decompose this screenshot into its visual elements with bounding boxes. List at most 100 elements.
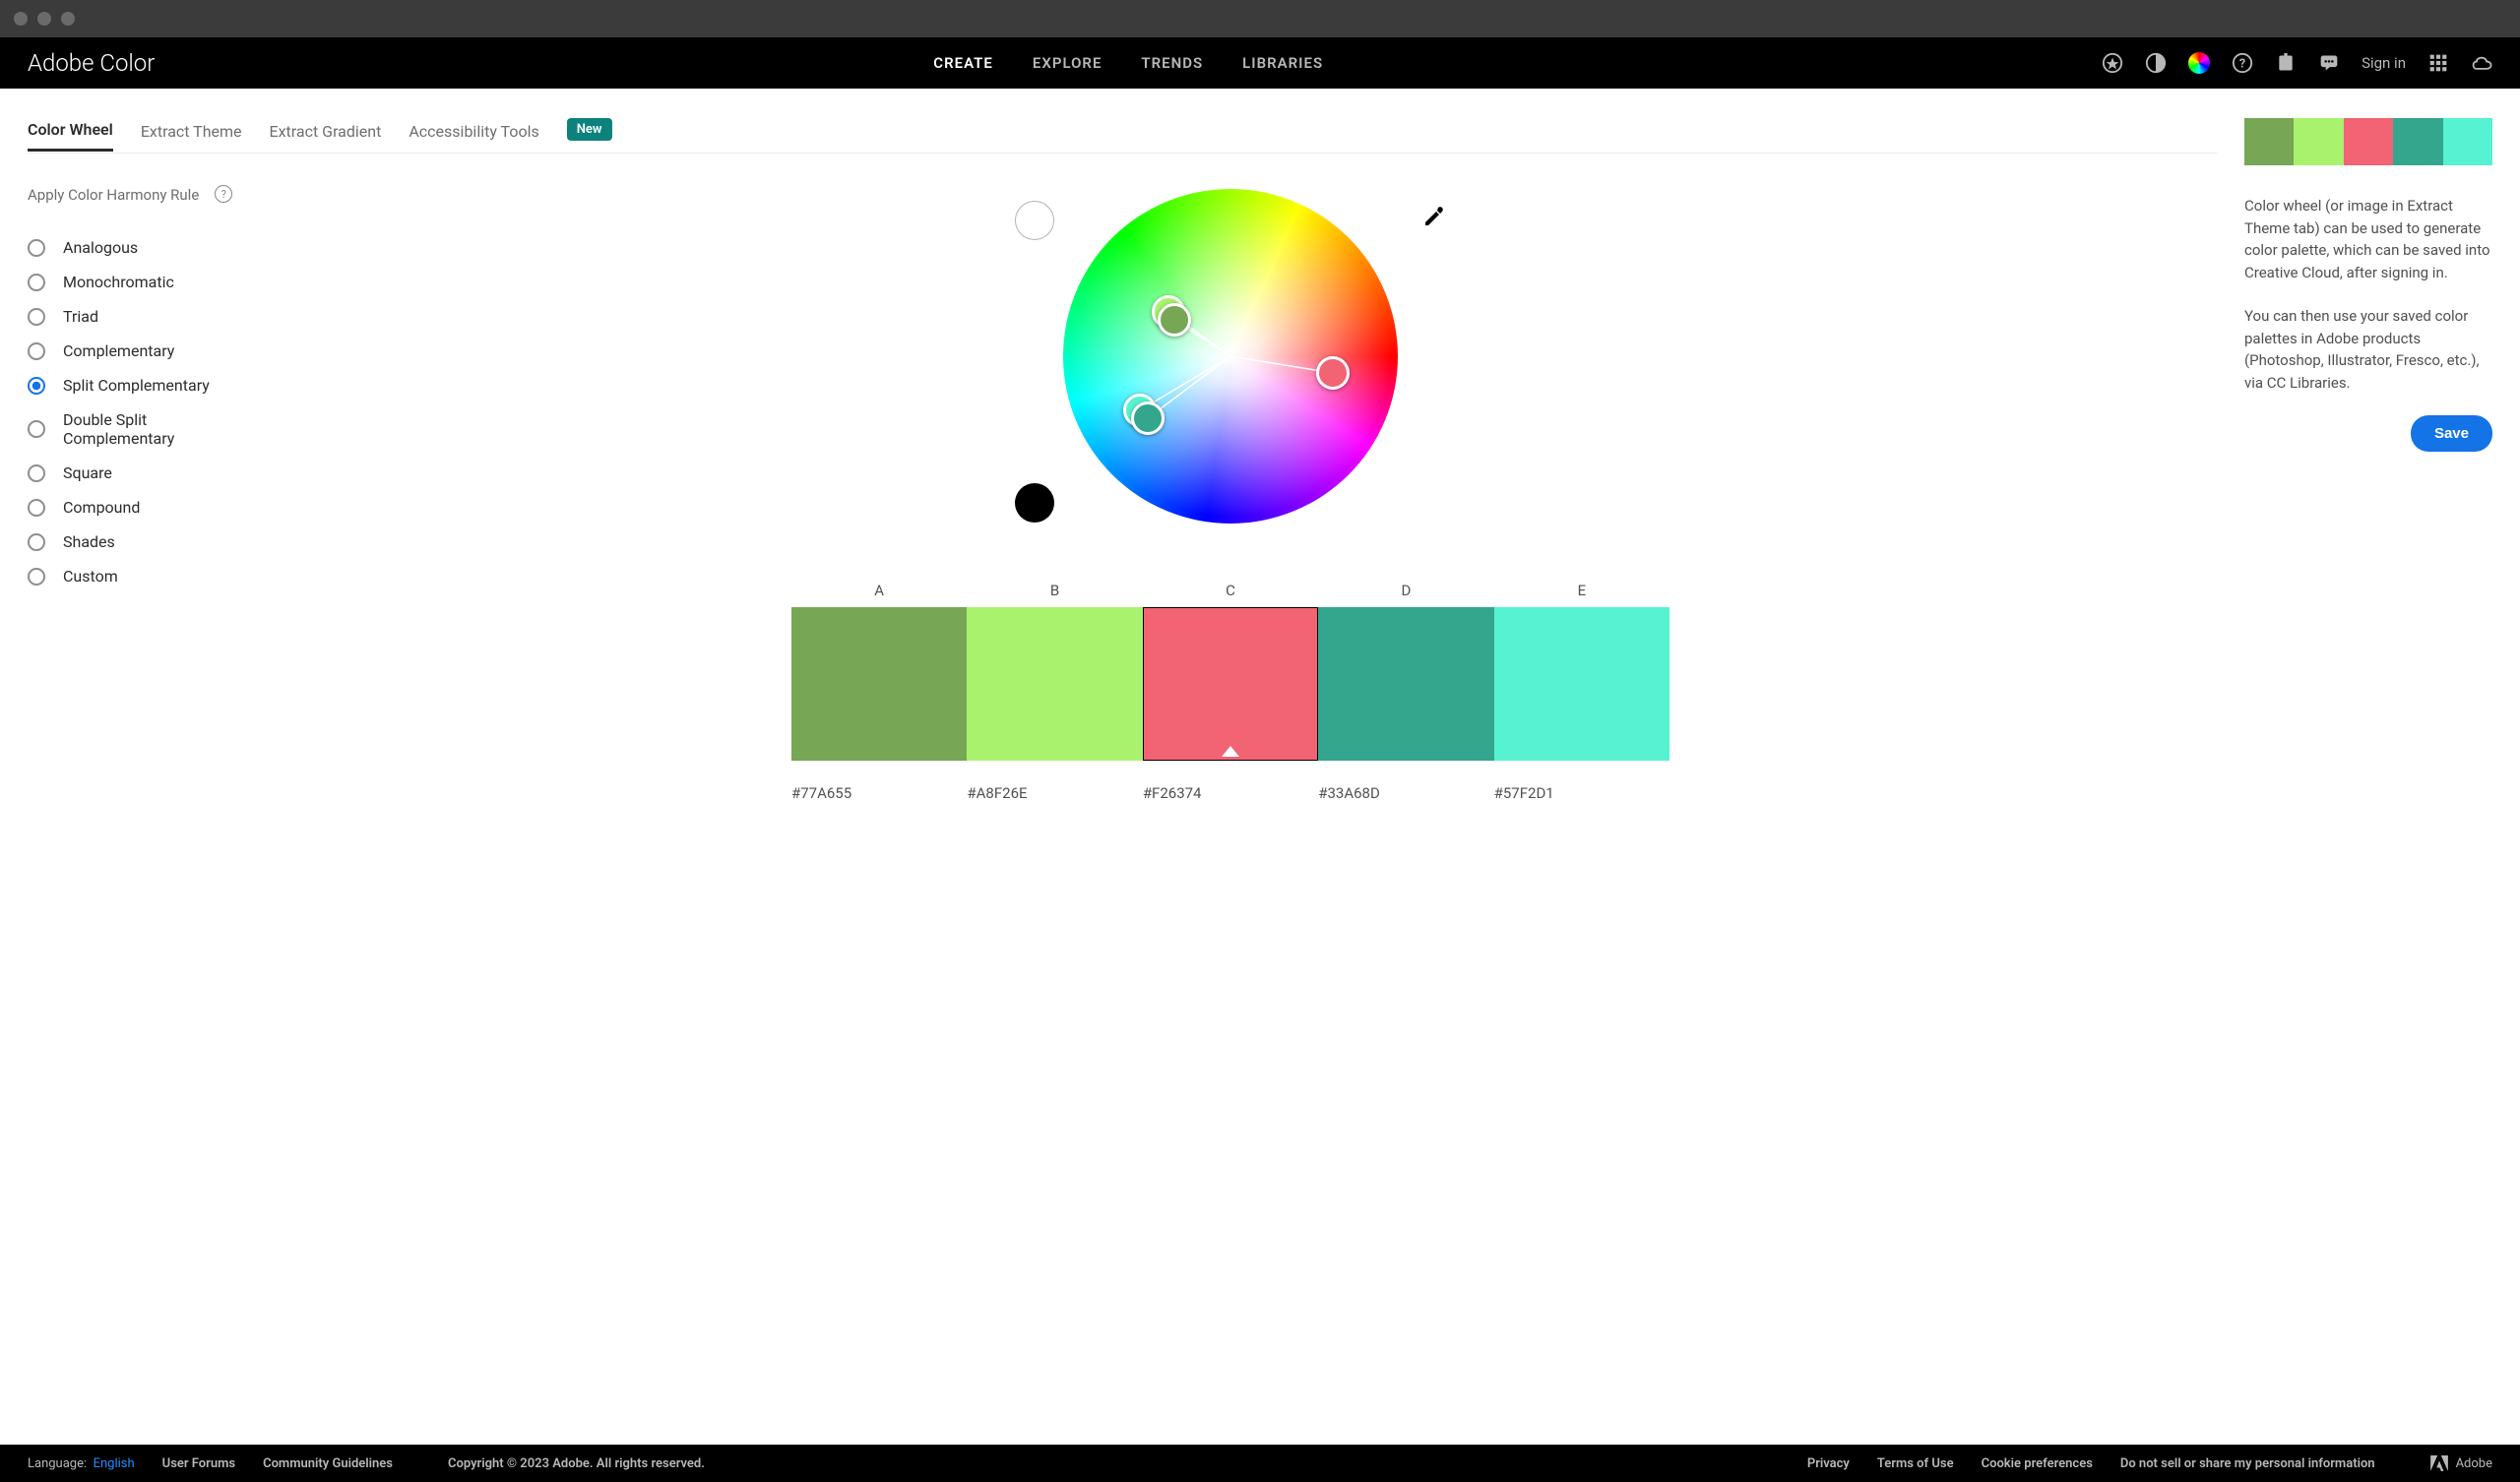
hex-value-E[interactable]: #57F2D1 [1494,784,1670,802]
harmony-option-triad[interactable]: Triad [28,307,244,326]
swatch-D[interactable] [1318,607,1493,761]
hex-value-B[interactable]: #A8F26E [967,784,1142,802]
creative-cloud-icon[interactable] [2471,52,2492,74]
main-header: Adobe Color CREATE EXPLORE TRENDS LIBRARIES… [0,37,2520,89]
swatch-B[interactable] [967,607,1142,761]
window-titlebar [0,0,2520,37]
mini-swatch-2 [2344,118,2393,165]
radio-icon [28,342,45,360]
harmony-option-complementary[interactable]: Complementary [28,341,244,360]
save-button[interactable]: Save [2411,415,2492,452]
harmony-option-double-split-complementary[interactable]: Double Split Complementary [28,410,244,448]
footer-link-do-not-sell-or-share-my-personal-information[interactable]: Do not sell or share my personal informa… [2120,1456,2375,1471]
radio-icon [28,274,45,291]
radio-icon [28,420,45,438]
new-badge: New [567,118,612,141]
footer-link-cookie-preferences[interactable]: Cookie preferences [1982,1456,2093,1471]
tab-extract-theme[interactable]: Extract Theme [141,122,242,151]
wheel-marker-3[interactable] [1131,401,1165,435]
harmony-label: Shades [63,532,115,551]
radio-icon [28,239,45,257]
swatch-C[interactable] [1143,607,1318,761]
mini-swatch-4 [2443,118,2492,165]
sub-nav: Color Wheel Extract Theme Extract Gradient… [28,118,2217,154]
harmony-option-square[interactable]: Square [28,463,244,482]
tab-accessibility-tools[interactable]: Accessibility Tools [409,122,538,151]
harmony-title: Apply Color Harmony Rule [28,183,199,207]
radio-icon [28,308,45,326]
close-icon[interactable] [14,12,28,26]
footer-link-terms-of-use[interactable]: Terms of Use [1877,1456,1954,1471]
harmony-label: Complementary [63,341,174,360]
mini-swatch-1 [2294,118,2343,165]
minimize-icon[interactable] [37,12,51,26]
swatch-label-A: A [791,582,967,599]
harmony-option-custom[interactable]: Custom [28,567,244,586]
footer: Language: English User Forums Community G… [0,1445,2520,1482]
comment-icon[interactable] [2318,52,2340,74]
harmony-option-analogous[interactable]: Analogous [28,238,244,257]
swatch-E[interactable] [1494,607,1670,761]
black-reference-dot[interactable] [1015,483,1054,523]
radio-icon [28,533,45,551]
brand-logo[interactable]: Adobe Color [28,49,155,77]
nav-libraries[interactable]: LIBRARIES [1242,54,1323,72]
help-icon[interactable]: ? [2232,52,2253,74]
swatch-label-E: E [1494,582,1670,599]
color-wheel-area: ABCDE #77A655#A8F26E#F26374#33A68D#57F2D… [244,183,2217,802]
swatch-label-B: B [967,582,1142,599]
nav-trends[interactable]: TRENDS [1141,54,1203,72]
eyedropper-icon[interactable] [1422,205,1446,232]
footer-link-privacy[interactable]: Privacy [1807,1456,1850,1471]
svg-text:?: ? [2239,57,2245,72]
sidebar-right: Color wheel (or image in Extract Theme t… [2244,89,2520,1445]
mini-swatch-0 [2244,118,2294,165]
harmony-option-split-complementary[interactable]: Split Complementary [28,376,244,395]
harmony-label: Analogous [63,238,138,257]
radio-icon [28,568,45,586]
harmony-label: Triad [63,307,98,326]
nav-create[interactable]: CREATE [933,54,993,72]
harmony-label: Compound [63,498,140,517]
maximize-icon[interactable] [61,12,75,26]
tab-extract-gradient[interactable]: Extract Gradient [270,122,382,151]
apps-icon[interactable] [2427,52,2449,74]
hex-value-A[interactable]: #77A655 [791,784,967,802]
footer-link-community-guidelines[interactable]: Community Guidelines [263,1456,393,1471]
adobe-logo[interactable]: Adobe [2430,1455,2492,1471]
harmony-label: Split Complementary [63,376,210,395]
harmony-label: Double Split Complementary [63,410,244,448]
nav-explore[interactable]: EXPLORE [1033,54,1102,72]
wheel-marker-1[interactable] [1158,303,1191,337]
notification-icon[interactable] [2275,52,2297,74]
harmony-option-shades[interactable]: Shades [28,532,244,551]
radio-icon [28,499,45,517]
harmony-label: Square [63,463,112,482]
footer-link-user-forums[interactable]: User Forums [162,1456,235,1471]
mini-swatch-3 [2393,118,2442,165]
header-actions: ? Sign in [2102,52,2492,74]
white-reference-dot[interactable] [1015,201,1054,240]
swatch-label-C: C [1143,582,1318,599]
main-nav: CREATE EXPLORE TRENDS LIBRARIES [933,54,1323,72]
color-wheel-icon[interactable] [2188,52,2210,74]
wheel-marker-4[interactable] [1316,356,1350,390]
swatch-row [791,607,1670,761]
info-paragraph-1: Color wheel (or image in Extract Theme t… [2244,195,2492,283]
harmony-option-monochromatic[interactable]: Monochromatic [28,273,244,291]
harmony-panel: Apply Color Harmony Rule ? Analogous Mono… [28,183,244,802]
tab-color-wheel[interactable]: Color Wheel [28,120,113,152]
swatch-A[interactable] [791,607,967,761]
help-tooltip-icon[interactable]: ? [215,185,232,203]
harmony-option-compound[interactable]: Compound [28,498,244,517]
swatch-label-D: D [1318,582,1493,599]
star-icon[interactable] [2102,52,2123,74]
hex-value-D[interactable]: #33A68D [1318,784,1493,802]
radio-icon [28,464,45,482]
color-wheel[interactable] [1063,189,1398,524]
language-selector[interactable]: Language: English [28,1456,135,1471]
contrast-icon[interactable] [2145,52,2167,74]
radio-icon [28,377,45,395]
hex-value-C[interactable]: #F26374 [1143,784,1318,802]
sign-in-link[interactable]: Sign in [2362,54,2406,72]
